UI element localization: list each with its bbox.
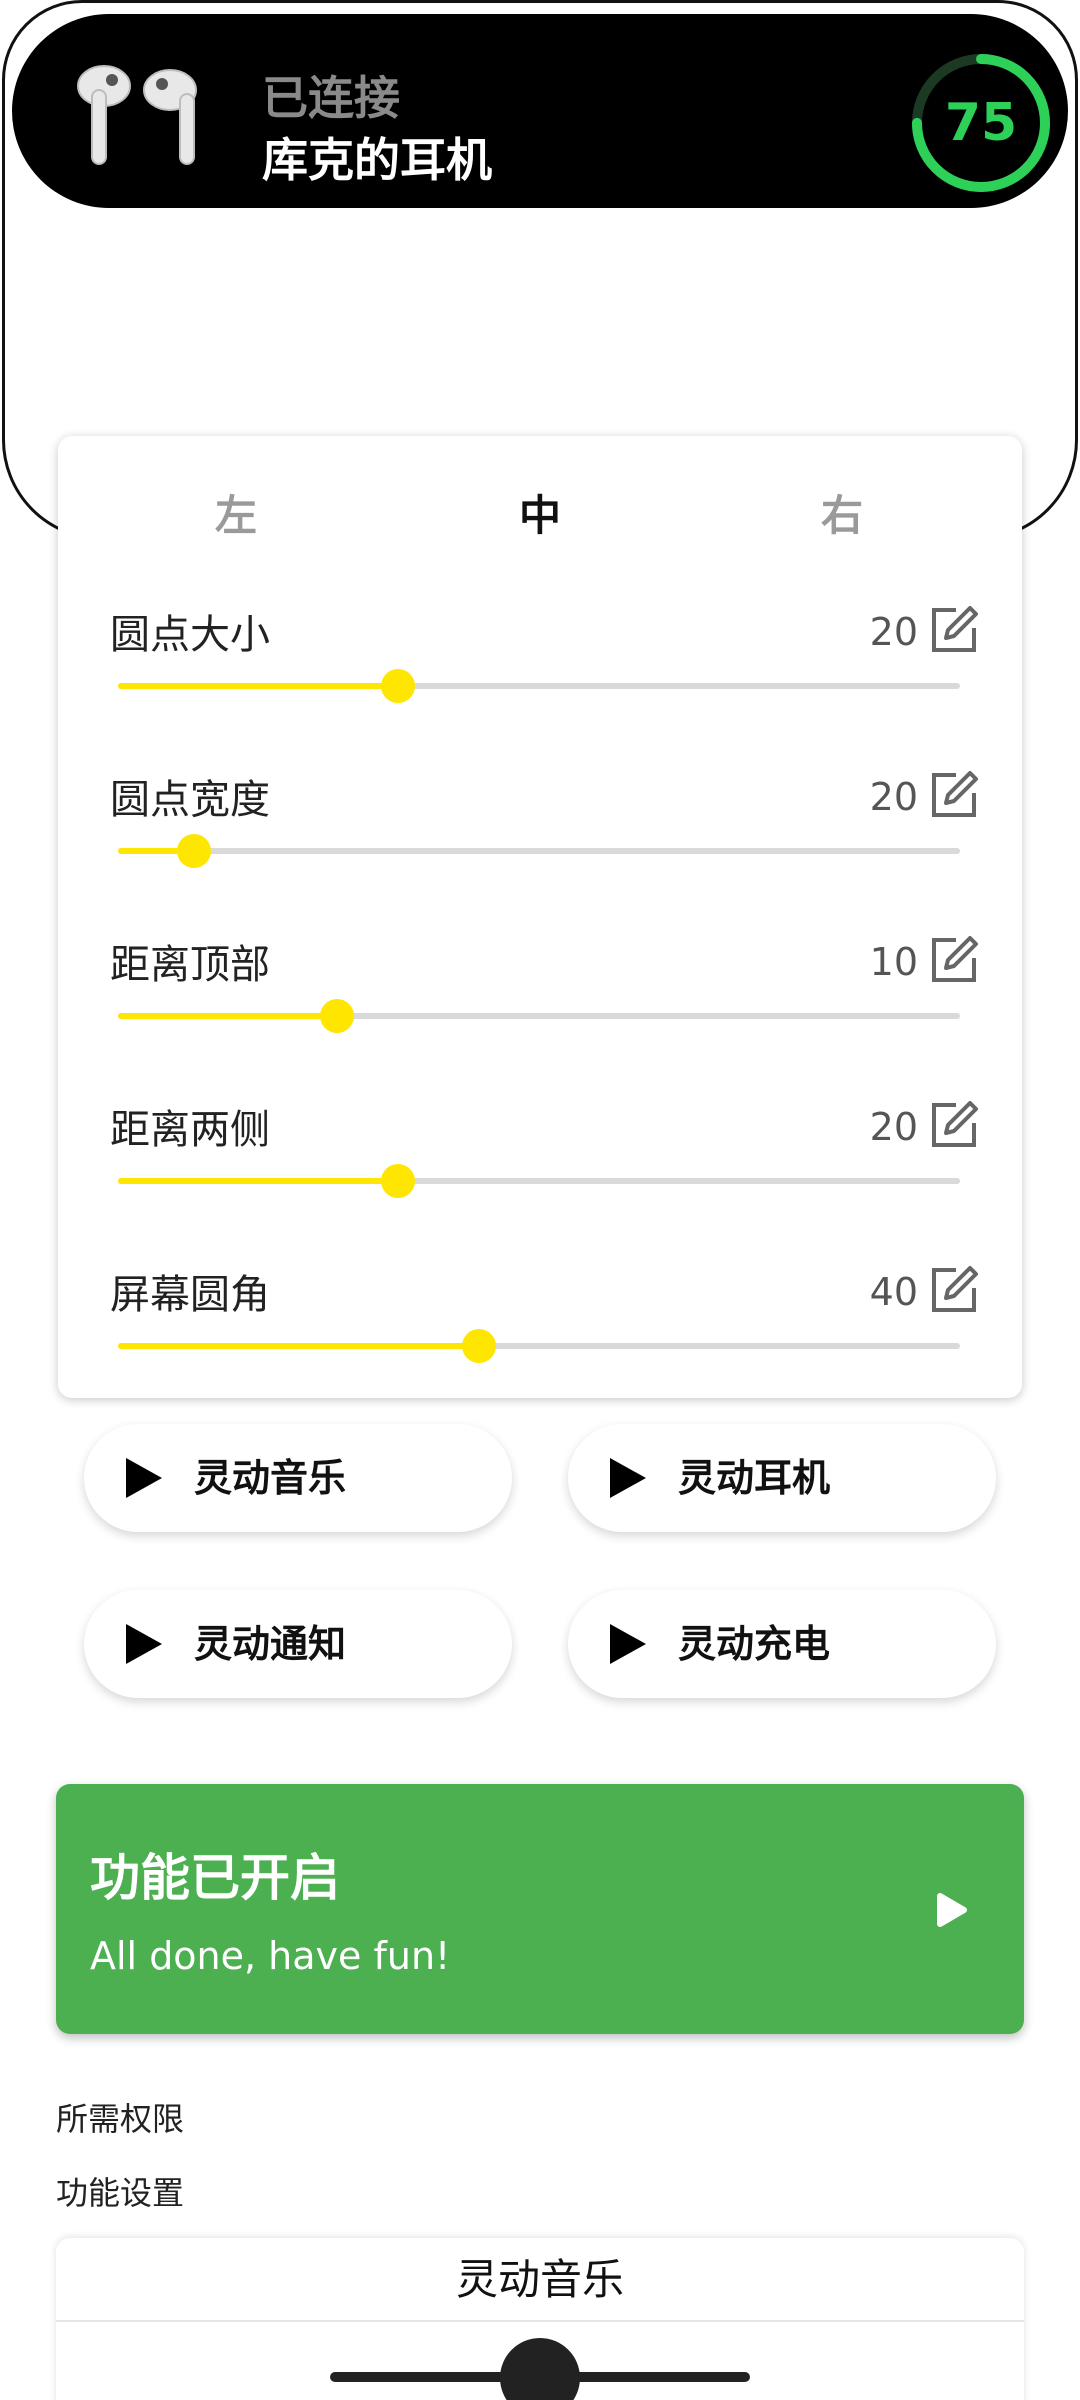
card-title: 灵动音乐 [455, 2255, 624, 2304]
setting-dot-size: 圆点大小 20 [58, 584, 1022, 749]
play-icon [937, 1893, 967, 1927]
dynamic-charging-button[interactable]: 灵动充电 [568, 1590, 996, 1698]
banner-subtitle: All done, have fun! [90, 1934, 451, 1978]
button-label: 灵动通知 [194, 1622, 347, 1666]
edit-icon[interactable] [926, 932, 982, 988]
tab-left[interactable]: 左 [136, 476, 336, 556]
play-icon [126, 1624, 162, 1664]
slider-thumb[interactable] [177, 834, 211, 868]
preview-knob[interactable] [500, 2338, 580, 2400]
setting-value: 10 [869, 940, 918, 984]
slider-thumb[interactable] [381, 1164, 415, 1198]
setting-value: 20 [869, 775, 918, 819]
device-name: 库克的耳机 [262, 133, 492, 187]
setting-value: 20 [869, 1105, 918, 1149]
slider-thumb[interactable] [462, 1329, 496, 1363]
edit-icon[interactable] [926, 1097, 982, 1153]
dot-settings-card: 左 中 右 圆点大小 20 圆点宽度 20 距离顶部 10 距离两侧 20 屏幕… [58, 436, 1022, 1398]
tab-center[interactable]: 中 [440, 476, 640, 556]
slider-fill [118, 1343, 479, 1349]
banner-title: 功能已开启 [90, 1849, 340, 1907]
slider-fill [118, 683, 398, 689]
edit-icon[interactable] [926, 602, 982, 658]
button-label: 灵动耳机 [678, 1456, 831, 1500]
setting-value: 20 [869, 610, 918, 654]
setting-label: 距离顶部 [110, 942, 270, 988]
battery-level-text: 75 [944, 93, 1018, 153]
slider-thumb[interactable] [381, 669, 415, 703]
feature-enabled-banner[interactable]: 功能已开启 All done, have fun! [56, 1784, 1024, 2034]
edit-icon[interactable] [926, 767, 982, 823]
home-indicator[interactable] [330, 2372, 750, 2382]
setting-dot-width: 圆点宽度 20 [58, 749, 1022, 914]
slider-thumb[interactable] [320, 999, 354, 1033]
top-distance-slider[interactable] [118, 996, 960, 1036]
slider-fill [118, 1178, 398, 1184]
setting-label: 圆点宽度 [110, 777, 270, 823]
position-tabs: 左 中 右 [58, 476, 1022, 556]
dynamic-music-button[interactable]: 灵动音乐 [84, 1424, 512, 1532]
airpods-icon [77, 65, 197, 165]
feature-settings-header: 功能设置 [56, 2174, 185, 2212]
button-label: 灵动充电 [678, 1622, 831, 1666]
divider [56, 2320, 1024, 2322]
setting-top-distance: 距离顶部 10 [58, 914, 1022, 1079]
side-distance-slider[interactable] [118, 1161, 960, 1201]
dot-size-slider[interactable] [118, 666, 960, 706]
play-icon [126, 1458, 162, 1498]
edit-icon[interactable] [926, 1262, 982, 1318]
slider-track [118, 848, 960, 854]
dynamic-notification-button[interactable]: 灵动通知 [84, 1590, 512, 1698]
play-icon [610, 1458, 646, 1498]
setting-side-distance: 距离两侧 20 [58, 1079, 1022, 1244]
slider-fill [118, 1013, 337, 1019]
required-permissions-link[interactable]: 所需权限 [56, 2094, 184, 2140]
setting-label: 圆点大小 [110, 612, 270, 658]
setting-screen-corner: 屏幕圆角 40 [58, 1244, 1022, 1409]
screen-corner-slider[interactable] [118, 1326, 960, 1366]
setting-label: 屏幕圆角 [110, 1272, 270, 1318]
setting-value: 40 [869, 1270, 918, 1314]
connection-status: 已连接 [262, 71, 400, 125]
tab-right[interactable]: 右 [742, 476, 942, 556]
setting-label: 距离两侧 [110, 1107, 270, 1153]
dot-width-slider[interactable] [118, 831, 960, 871]
dynamic-earphone-button[interactable]: 灵动耳机 [568, 1424, 996, 1532]
button-label: 灵动音乐 [194, 1456, 347, 1500]
dynamic-island[interactable]: 已连接 库克的耳机 75 [12, 14, 1068, 208]
play-icon [610, 1624, 646, 1664]
